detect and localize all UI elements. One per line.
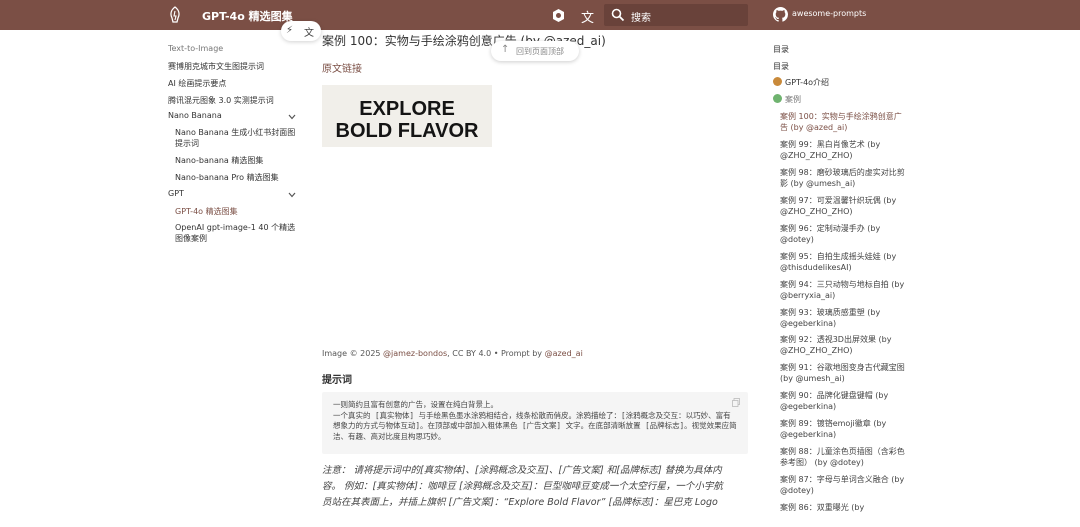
toc-entry[interactable]: 案例 99：黑白肖像艺术 (by @ZHO_ZHO_ZHO) [780, 139, 908, 161]
toc-group-intro-label: GPT-4o介绍 [785, 78, 830, 87]
back-to-top-button[interactable]: ↑ 回到页面顶部 [491, 41, 579, 61]
copy-icon[interactable] [732, 398, 740, 407]
prompt-heading: 提示词 [322, 375, 352, 386]
translate-icon[interactable]: 文 [581, 7, 594, 26]
image-text-line1: EXPLORE [359, 98, 455, 120]
toc-entry[interactable]: 案例 100：实物与手绘涂鸦创意广告 (by @azed_ai) [780, 111, 908, 133]
nav-subitem[interactable]: Nano-banana Pro 精选图集 [175, 172, 297, 183]
nav-subitem[interactable]: Nano Banana 生成小红书封面图提示词 [175, 127, 297, 149]
toc-entry[interactable]: 案例 94：三只动物与地标自拍 (by @berryxia_ai) [780, 279, 908, 301]
toc-entry[interactable]: 案例 95：自拍生成摇头娃娃 (by @thisdudelikesAI) [780, 251, 908, 273]
prompt-code-block: 一则简约且富有创意的广告，设置在纯白背景上。 一个真实的 [真实物体] 与手绘黑… [322, 392, 748, 454]
toc-entry[interactable]: 案例 89：镀铬emoji徽章 (by @egeberkina) [780, 418, 908, 440]
toc-entry[interactable]: 案例 88：儿童涂色页插图（含彩色参考图） (by @dotey) [780, 446, 908, 468]
nav-item[interactable]: 腾讯混元图象 3.0 实测提示词 [168, 95, 274, 106]
nav-subitem[interactable]: Nano-banana 精选图集 [175, 155, 297, 166]
search-icon [611, 8, 625, 22]
magic-wand-icon[interactable]: ⚡ [286, 25, 293, 36]
toc-entry[interactable]: 案例 92：透视3D出屏效果 (by @ZHO_ZHO_ZHO) [780, 334, 908, 356]
toc-entry[interactable]: 案例 91：谷歌地图变身古代藏宝图 (by @umesh_ai) [780, 362, 908, 384]
toc-heading-link[interactable]: 目录 [773, 61, 789, 72]
credit-prefix: Image © 2025 [322, 349, 384, 358]
nav-section-text-to-image[interactable]: Text-to-Image [168, 44, 223, 53]
toc-entry[interactable]: 案例 86：双重曝光 (by [780, 502, 908, 513]
repo-name: awesome-prompts [792, 9, 867, 18]
nav-subitem[interactable]: OpenAI gpt-image-1 40 个精选图像案例 [175, 222, 297, 244]
chevron-down-icon[interactable] [288, 114, 296, 120]
original-link[interactable]: 原文链接 [322, 60, 362, 75]
floating-toolbar: ⚡ 文 [281, 21, 321, 41]
back-to-top-label: 回到页面顶部 [516, 47, 564, 56]
nav-section-gpt[interactable]: GPT [168, 189, 184, 198]
prompt-author-link[interactable]: @azed_ai [545, 349, 583, 358]
palette-icon[interactable] [551, 8, 566, 23]
emoji-icon [773, 94, 782, 103]
search-placeholder: 搜索 [631, 13, 651, 24]
toc-entry[interactable]: 案例 98：磨砂玻璃后的虚实对比剪影 (by @umesh_ai) [780, 167, 908, 189]
image-text-line2: BOLD FLAVOR [335, 120, 479, 142]
search-box[interactable]: 搜索 [604, 4, 748, 26]
example-image: EXPLORE BOLD FLAVOR [322, 85, 492, 147]
credit-license: , CC BY 4.0 [447, 349, 492, 358]
usage-note: 注意： 请将提示词中的[真实物体]、[涂鸦概念及交互]、[广告文案] 和[品牌标… [322, 465, 723, 508]
chevron-down-icon[interactable] [288, 192, 296, 198]
github-icon [773, 7, 788, 22]
toc-entry[interactable]: 案例 87：字母与单词含义融合 (by @dotey) [780, 474, 908, 496]
toc-heading: 目录 [773, 45, 789, 54]
toc-group-cases-label: 案例 [785, 95, 801, 104]
nav-item[interactable]: AI 绘画提示要点 [168, 78, 226, 89]
toc-group-cases[interactable]: 案例 [773, 94, 801, 105]
nav-section-nano-banana[interactable]: Nano Banana [168, 111, 222, 120]
toc-entry[interactable]: 案例 97：可爱温馨针织玩偶 (by @ZHO_ZHO_ZHO) [780, 195, 908, 217]
site-title[interactable]: GPT-4o 精选图集 [202, 8, 293, 24]
toc-entry[interactable]: 案例 96：定制动漫手办 (by @dotey) [780, 223, 908, 245]
prompt-code: 一则简约且富有创意的广告，设置在纯白背景上。 一个真实的 [真实物体] 与手绘黑… [333, 400, 737, 441]
top-header: GPT-4o 精选图集 文 搜索 awesome-prompts [0, 0, 1080, 30]
toc-entry[interactable]: 案例 93：玻璃质感重塑 (by @egeberkina) [780, 307, 908, 329]
credit-mid: • Prompt by [491, 349, 545, 358]
translate-icon[interactable]: 文 [304, 24, 314, 39]
arrow-up-icon: ↑ [501, 44, 510, 55]
image-credit: Image © 2025 @jamez-bondos, CC BY 4.0 • … [322, 349, 583, 358]
emoji-icon [773, 77, 782, 86]
toc-group-intro[interactable]: GPT-4o介绍 [773, 77, 829, 88]
nav-item[interactable]: 赛博朋克城市文生图提示词 [168, 61, 264, 72]
site-logo-icon[interactable] [168, 6, 182, 24]
nav-subitem-active[interactable]: GPT-4o 精选图集 [175, 206, 297, 217]
credit-author-link[interactable]: @jamez-bondos [383, 349, 447, 358]
toc-entry[interactable]: 案例 90：品牌化键盘键帽 (by @egeberkina) [780, 390, 908, 412]
